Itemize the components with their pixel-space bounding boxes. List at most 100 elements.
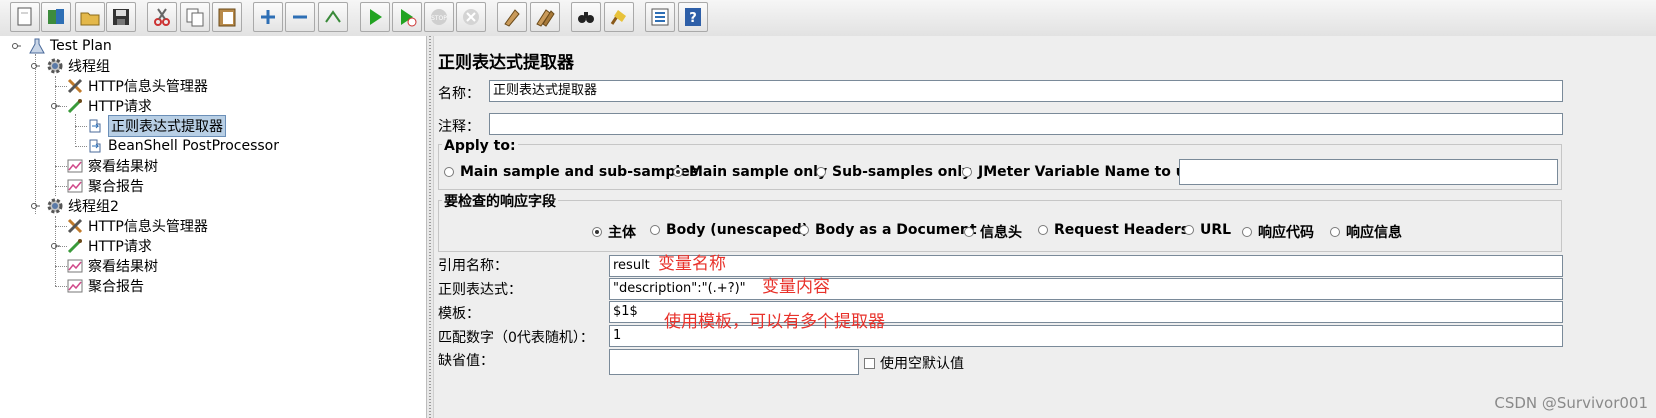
- gear-icon: [47, 198, 63, 214]
- svg-text:STOP: STOP: [431, 15, 447, 22]
- comment-label: 注释：: [438, 119, 480, 135]
- radio-button-icon: [673, 167, 683, 177]
- tree-node-label: HTTP请求: [88, 239, 152, 255]
- cut-icon[interactable]: [147, 2, 177, 32]
- tree-node-label: 聚合报告: [88, 179, 144, 195]
- split-pane-divider[interactable]: [426, 36, 434, 418]
- name-field[interactable]: 正则表达式提取器: [489, 80, 1563, 102]
- match-no-label: 匹配数字（0代表随机）：: [438, 330, 594, 346]
- new-icon[interactable]: [10, 2, 40, 32]
- tree-node-thread-group[interactable]: 线程组: [46, 56, 110, 76]
- tree-node-label: HTTP信息头管理器: [88, 219, 208, 235]
- tree-node-regex-extractor[interactable]: 正则表达式提取器: [86, 115, 226, 137]
- tree-node-aggregate-report[interactable]: 聚合报告: [66, 276, 144, 296]
- tree-node-label: 察看结果树: [88, 159, 158, 175]
- copy-icon[interactable]: [180, 2, 210, 32]
- function-helper-icon[interactable]: [645, 2, 675, 32]
- tree-node-beanshell[interactable]: BeanShell PostProcessor: [86, 136, 279, 156]
- field-body-as-document-radio[interactable]: Body as a Document: [799, 222, 977, 238]
- start-no-pause-icon[interactable]: [392, 2, 422, 32]
- field-body-radio[interactable]: 主体: [592, 222, 636, 242]
- graph-icon: [67, 259, 83, 273]
- expand-icon[interactable]: [253, 2, 283, 32]
- clear-icon[interactable]: [497, 2, 527, 32]
- search-icon[interactable]: [571, 2, 601, 32]
- tree-node-label: 线程组: [68, 59, 110, 75]
- jmeter-variable-field[interactable]: [1179, 159, 1558, 185]
- apply-jmeter-variable-radio[interactable]: JMeter Variable Name to use: [962, 164, 1204, 180]
- test-plan-tree: Test Plan 线程组 HTTP信息头管理器 HTTP请求 正则表达式提取器…: [0, 36, 427, 418]
- save-icon[interactable]: [106, 2, 136, 32]
- pipette-icon: [67, 239, 82, 254]
- radio-label: Body as a Document: [815, 222, 977, 238]
- tree-connector: [55, 76, 56, 196]
- regex-field[interactable]: "description":"(.+?)": [609, 278, 1563, 300]
- radio-button-icon: [962, 167, 972, 177]
- template-label: 模板：: [438, 306, 480, 322]
- radio-label: URL: [1200, 222, 1232, 238]
- default-value-field[interactable]: [609, 349, 859, 375]
- start-icon[interactable]: [360, 2, 390, 32]
- toggle-icon[interactable]: [318, 2, 348, 32]
- tree-node-http-request[interactable]: HTTP请求: [66, 96, 152, 116]
- field-response-code-radio[interactable]: 响应代码: [1242, 222, 1314, 242]
- tree-node-results-tree[interactable]: 察看结果树: [66, 256, 158, 276]
- radio-label: Main sample and sub-samples: [460, 164, 699, 180]
- templates-icon[interactable]: [41, 2, 71, 32]
- tree-node-label: 聚合报告: [88, 279, 144, 295]
- apply-main-and-sub-radio[interactable]: Main sample and sub-samples: [444, 164, 698, 180]
- extractor-icon: [89, 119, 101, 133]
- stop-icon[interactable]: STOP: [424, 2, 454, 32]
- gear-icon: [47, 58, 63, 74]
- pipette-icon: [67, 99, 82, 114]
- field-headers-radio[interactable]: 信息头: [964, 222, 1022, 242]
- use-empty-default-checkbox[interactable]: 使用空默认值: [864, 353, 964, 373]
- radio-label: Request Headers: [1054, 222, 1190, 238]
- tree-toggle-icon[interactable]: [31, 62, 40, 71]
- apply-main-only-radio[interactable]: Main sample only: [673, 164, 827, 180]
- radio-button-icon: [1330, 227, 1340, 237]
- tree-toggle-icon[interactable]: [51, 102, 60, 111]
- help-icon[interactable]: ?: [678, 2, 708, 32]
- tools-icon: [67, 218, 83, 234]
- tree-node-http-request[interactable]: HTTP请求: [66, 236, 152, 256]
- comment-field[interactable]: [489, 113, 1563, 135]
- field-body-unescaped-radio[interactable]: Body (unescaped): [650, 222, 808, 238]
- tree-connector: [35, 54, 36, 214]
- field-url-radio[interactable]: URL: [1184, 222, 1231, 238]
- field-to-check-title: 要检查的响应字段: [442, 191, 558, 211]
- tree-toggle-icon[interactable]: [12, 42, 21, 51]
- tree-node-results-tree[interactable]: 察看结果树: [66, 156, 158, 176]
- tree-node-thread-group-2[interactable]: 线程组2: [46, 196, 119, 216]
- radio-button-icon: [1184, 225, 1194, 235]
- tree-node-aggregate-report[interactable]: 聚合报告: [66, 176, 144, 196]
- shutdown-icon[interactable]: [456, 2, 486, 32]
- radio-button-icon: [816, 167, 826, 177]
- clear-all-icon[interactable]: [530, 2, 560, 32]
- radio-label: JMeter Variable Name to use: [978, 164, 1204, 180]
- tree-node-label: 正则表达式提取器: [108, 115, 226, 137]
- open-icon[interactable]: [75, 2, 105, 32]
- radio-button-icon: [1242, 227, 1252, 237]
- apply-sub-only-radio[interactable]: Sub-samples only: [816, 164, 971, 180]
- radio-button-icon: [650, 225, 660, 235]
- reset-search-icon[interactable]: [604, 2, 634, 32]
- annotation-variable-name: 变量名称: [658, 254, 726, 274]
- paste-icon[interactable]: [212, 2, 242, 32]
- annotation-template-note: 使用模板，可以有多个提取器: [664, 312, 885, 332]
- tree-toggle-icon[interactable]: [51, 242, 60, 251]
- field-request-headers-radio[interactable]: Request Headers: [1038, 222, 1189, 238]
- tree-toggle-icon[interactable]: [31, 202, 40, 211]
- checkbox-icon: [864, 357, 875, 369]
- tree-node-header-manager[interactable]: HTTP信息头管理器: [66, 216, 208, 236]
- tree-node-label: HTTP信息头管理器: [88, 79, 208, 95]
- field-response-message-radio[interactable]: 响应信息: [1330, 222, 1402, 242]
- ref-name-field[interactable]: result: [609, 255, 1563, 277]
- page-title: 正则表达式提取器: [438, 53, 574, 73]
- radio-button-icon: [592, 227, 602, 237]
- tree-node-test-plan[interactable]: Test Plan: [28, 36, 112, 56]
- collapse-icon[interactable]: [285, 2, 315, 32]
- tree-node-header-manager[interactable]: HTTP信息头管理器: [66, 76, 208, 96]
- tree-node-label: HTTP请求: [88, 99, 152, 115]
- graph-icon: [67, 179, 83, 193]
